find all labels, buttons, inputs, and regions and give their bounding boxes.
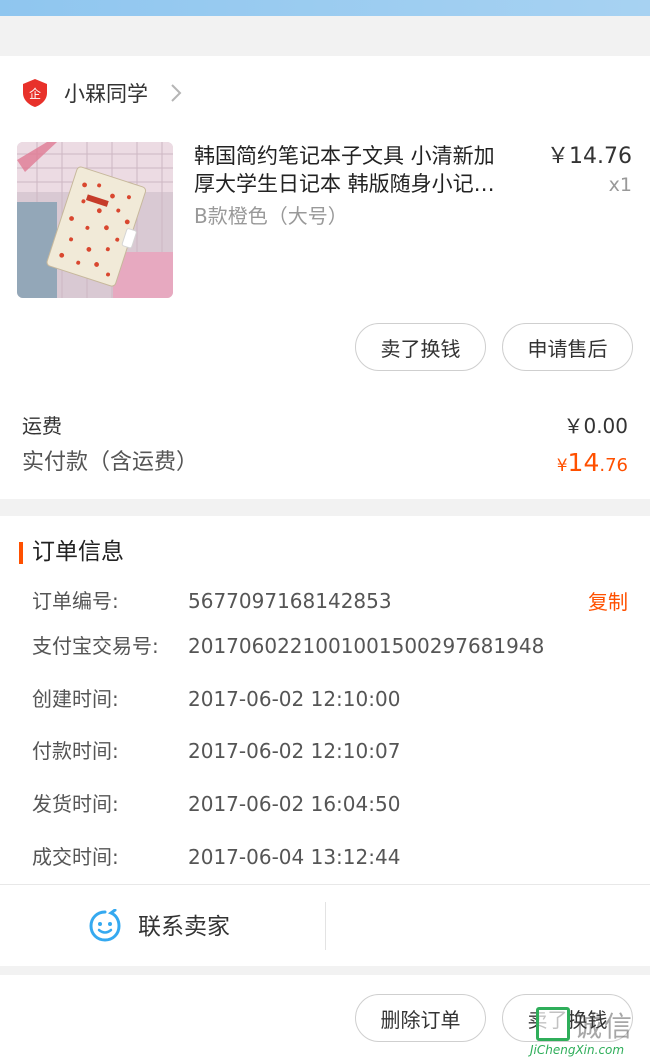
info-value: 2017-06-02 12:10:00 bbox=[188, 687, 401, 711]
info-value: 2017-06-02 16:04:50 bbox=[188, 792, 401, 816]
product-quantity: x1 bbox=[608, 174, 632, 196]
enterprise-shop-icon: 企 bbox=[23, 79, 47, 107]
shipping-label: 运费 bbox=[22, 414, 62, 438]
product-image[interactable] bbox=[17, 142, 173, 298]
vertical-divider bbox=[325, 902, 326, 950]
paid-amount-decimal: .76 bbox=[599, 455, 628, 476]
product-price: ￥14.76 bbox=[547, 144, 632, 169]
info-row-alipay-trade-number: 支付宝交易号: 2017060221001001500297681948 bbox=[32, 631, 632, 661]
info-row-created-time: 创建时间: 2017-06-02 12:10:00 bbox=[32, 684, 632, 714]
delete-order-button[interactable]: 删除订单 bbox=[355, 994, 486, 1042]
section-accent-bar bbox=[19, 542, 23, 564]
chat-bubble-icon bbox=[89, 909, 121, 942]
contact-seller-button[interactable]: 联系卖家 bbox=[0, 885, 326, 966]
info-row-completed-time: 成交时间: 2017-06-04 13:12:44 bbox=[32, 842, 632, 872]
watermark-logo-icon bbox=[536, 1007, 570, 1041]
apply-after-sale-button[interactable]: 申请售后 bbox=[502, 323, 633, 371]
currency-symbol: ¥ bbox=[556, 456, 568, 476]
info-key: 付款时间: bbox=[32, 739, 119, 763]
info-key: 支付宝交易号: bbox=[32, 634, 159, 658]
info-key: 成交时间: bbox=[32, 845, 119, 869]
product-title[interactable]: 韩国简约笔记本子文具 小清新加 厚大学生日记本 韩版随身小记… bbox=[194, 142, 534, 198]
shop-badge-text: 企 bbox=[29, 86, 41, 101]
info-value: 2017-06-04 13:12:44 bbox=[188, 845, 401, 869]
order-info-title: 订单信息 bbox=[32, 539, 124, 565]
info-row-order-number: 订单编号: 5677097168142853 bbox=[32, 586, 632, 616]
info-key: 发货时间: bbox=[32, 792, 119, 816]
paid-amount-label: 实付款（含运费） bbox=[22, 450, 199, 475]
info-value: 2017060221001001500297681948 bbox=[188, 634, 545, 658]
shop-header[interactable]: 企 小槑同学 bbox=[0, 56, 650, 130]
info-value: 5677097168142853 bbox=[188, 589, 392, 613]
paid-amount-value: ¥14.76 bbox=[557, 446, 628, 483]
paid-amount-integer: 14 bbox=[567, 448, 600, 477]
info-row-paid-time: 付款时间: 2017-06-02 12:10:07 bbox=[32, 736, 632, 766]
sell-for-cash-button[interactable]: 卖了换钱 bbox=[355, 323, 486, 371]
shipping-value: ￥0.00 bbox=[563, 414, 628, 438]
info-row-shipped-time: 发货时间: 2017-06-02 16:04:50 bbox=[32, 789, 632, 819]
contact-seller-label: 联系卖家 bbox=[138, 914, 230, 940]
status-bar bbox=[0, 0, 650, 16]
watermark-chars: 诚信 bbox=[574, 1010, 635, 1043]
info-key: 订单编号: bbox=[32, 589, 119, 613]
copy-order-number-button[interactable]: 复制 bbox=[588, 587, 628, 617]
watermark-url: JiChengXin.com bbox=[530, 1043, 625, 1057]
order-info-card: 订单信息 订单编号: 5677097168142853 复制 支付宝交易号: 2… bbox=[0, 516, 650, 966]
info-value: 2017-06-02 12:10:07 bbox=[188, 739, 401, 763]
order-item-card: 企 小槑同学 韩国简约笔记本子文具 小清新加 厚大学生日记本 韩版随身小记… B… bbox=[0, 56, 650, 499]
product-variant: B款橙色（大号） bbox=[194, 204, 348, 228]
product-title-line1: 韩国简约笔记本子文具 小清新加 bbox=[194, 144, 495, 168]
chevron-right-icon bbox=[171, 84, 182, 102]
watermark: 诚信 JiChengXin.com bbox=[528, 1003, 650, 1060]
shop-name: 小槑同学 bbox=[64, 82, 148, 106]
product-title-line2: 厚大学生日记本 韩版随身小记… bbox=[194, 172, 495, 196]
info-key: 创建时间: bbox=[32, 687, 119, 711]
